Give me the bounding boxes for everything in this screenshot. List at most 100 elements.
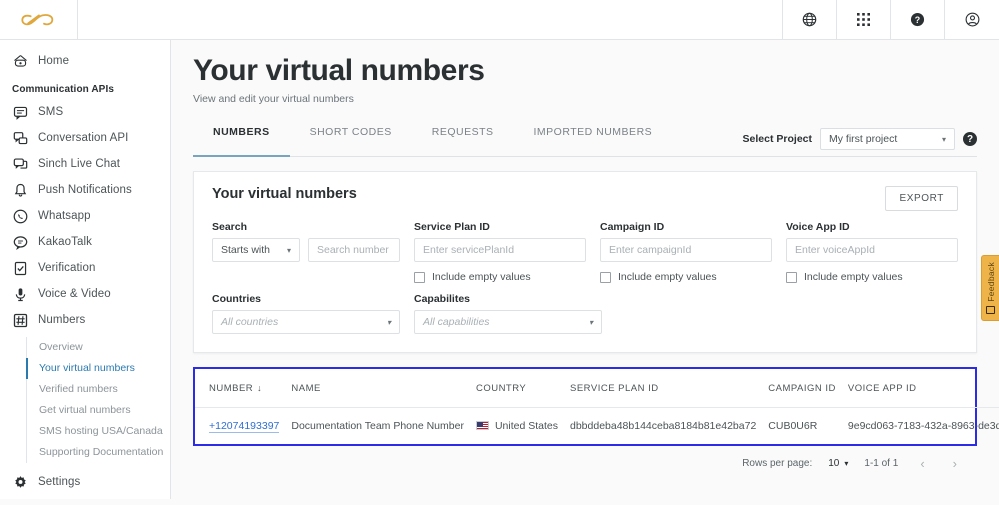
rows-per-page-label: Rows per page: [742,458,813,469]
tab-short-codes[interactable]: SHORT CODES [290,126,412,156]
sidebar-item-sms[interactable]: SMS [0,99,170,125]
sort-desc-icon: ↓ [257,383,263,393]
table-row[interactable]: +12074193397 Documentation Team Phone Nu… [195,408,999,445]
sidebar-subnav-numbers: Overview Your virtual numbers Verified n… [26,337,170,463]
cell-voice-app-id: 9e9cd063-7183-432a-8963-de3dae7c7259 [847,420,999,432]
include-empty-label: Include empty values [804,271,903,283]
countries-label: Countries [212,293,262,305]
table-head: NUMBER ↓ NAME COUNTRY SERVICE PLAN ID CAM… [195,369,999,408]
sidebar-item-verification[interactable]: Verification [0,255,170,281]
sidebar-subitem-sms-hosting[interactable]: SMS hosting USA/Canada [27,421,170,442]
sidebar-subitem-supporting-documentation[interactable]: Supporting Documentation [27,442,170,463]
bell-icon [12,182,28,198]
feedback-tab[interactable]: Feedback [981,255,999,321]
column-header-service-plan-id[interactable]: SERVICE PLAN ID [564,369,763,408]
column-header-voice-app-id[interactable]: VOICE APP ID [841,369,999,408]
numbers-table-container: NUMBER ↓ NAME COUNTRY SERVICE PLAN ID CAM… [193,367,999,446]
bottom-strip [0,499,999,505]
us-flag-icon [475,421,489,430]
previous-page-button[interactable]: ‹ [914,456,930,471]
campaign-id-label: Campaign ID [600,221,665,233]
column-header-number-label: NUMBER [209,383,254,394]
cell-country: United States [470,408,564,445]
chevron-down-icon: ▾ [286,245,291,255]
sidebar-item-label: Conversation API [38,132,129,144]
export-button[interactable]: EXPORT [885,186,958,211]
sidebar-item-kakaotalk[interactable]: KakaoTalk [0,229,170,255]
sidebar-item-settings[interactable]: Settings [0,469,170,495]
capabilities-select[interactable]: All capabilities ▾ [414,310,602,334]
column-header-country[interactable]: COUNTRY [469,369,564,408]
sidebar-item-numbers[interactable]: Numbers [0,307,170,333]
sidebar-item-label: Whatsapp [38,210,91,222]
campaign-id-input[interactable]: Enter campaignId [600,238,772,262]
search-input[interactable]: Search number [308,238,400,262]
pagination-range: 1-1 of 1 [864,458,899,469]
help-icon[interactable]: ? [963,132,977,146]
column-header-campaign-id[interactable]: CAMPAIGN ID [762,369,842,408]
cell-number[interactable]: +12074193397 [195,408,285,445]
account-icon-glyph [965,12,979,27]
voice-app-id-input[interactable]: Enter voiceAppId [786,238,958,262]
include-empty-checkbox[interactable] [600,271,611,283]
whatsapp-icon [12,208,28,224]
capabilities-label: Capabilites [414,293,471,305]
sidebar-subitem-overview[interactable]: Overview [27,337,170,358]
column-header-number[interactable]: NUMBER ↓ [195,369,286,408]
service-plan-include-empty-row[interactable]: Include empty values [414,271,586,283]
page-title: Your virtual numbers [193,54,485,87]
country-label: United States [494,420,558,432]
sidebar-item-home[interactable]: Home [0,48,170,74]
chevron-down-icon: ▾ [386,317,391,327]
filter-voice-app-id: Voice App ID Enter voiceAppId Include em… [786,221,958,283]
account-icon[interactable] [945,0,999,39]
filters-panel: Search Starts with ▾ Search number Servi… [194,211,976,352]
campaign-include-empty-row[interactable]: Include empty values [600,271,772,283]
sidebar-item-voice-and-video[interactable]: Voice & Video [0,281,170,307]
tab-imported-numbers[interactable]: IMPORTED NUMBERS [514,126,673,156]
sidebar-item-sinch-live-chat[interactable]: Sinch Live Chat [0,151,170,177]
virtual-numbers-card: Your virtual numbers EXPORT Search Start… [193,171,977,353]
column-header-name[interactable]: NAME [285,369,470,408]
sidebar-item-label: SMS [38,106,64,118]
sidebar-item-whatsapp[interactable]: Whatsapp [0,203,170,229]
project-select[interactable]: My first project ▾ [820,128,955,150]
chevron-down-icon: ▾ [941,134,946,144]
main-content: Your virtual numbers View and edit your … [171,40,999,505]
filters-row-2: Countries All countries ▾ Capabilites Al… [212,293,958,334]
sidebar-item-push-notifications[interactable]: Push Notifications [0,177,170,203]
globe-icon-glyph [802,12,817,27]
sinch-logo[interactable] [0,0,78,39]
countries-select[interactable]: All countries ▾ [212,310,400,334]
rows-per-page-select[interactable]: 10 ▾ [828,458,848,469]
sidebar-subitem-get-virtual-numbers[interactable]: Get virtual numbers [27,400,170,421]
sidebar-item-label: Home [38,55,70,67]
number-link[interactable]: +12074193397 [209,420,280,433]
cell-campaign-id: CUB0U6R [768,420,818,432]
filter-service-plan-id: Service Plan ID Enter servicePlanId Incl… [414,221,586,283]
voice-app-include-empty-row[interactable]: Include empty values [786,271,958,283]
svg-text:?: ? [915,15,920,25]
sinch-logo-mark [20,13,53,25]
sidebar-subitem-your-virtual-numbers[interactable]: Your virtual numbers [26,358,170,379]
pagination: Rows per page: 10 ▾ 1-1 of 1 ‹ › [193,446,977,481]
apps-grid-icon[interactable] [837,0,891,39]
sidebar-section-communication-apis: Communication APIs [12,84,114,95]
sidebar-item-label: Settings [38,476,81,488]
tab-requests[interactable]: REQUESTS [412,126,514,156]
globe-icon[interactable] [783,0,837,39]
include-empty-checkbox[interactable] [414,271,425,283]
search-mode-select[interactable]: Starts with ▾ [212,238,300,262]
sidebar-subitem-verified-numbers[interactable]: Verified numbers [27,379,170,400]
tab-numbers[interactable]: NUMBERS [193,126,290,157]
table-body: +12074193397 Documentation Team Phone Nu… [195,408,999,445]
include-empty-checkbox[interactable] [786,271,797,283]
next-page-button[interactable]: › [947,456,963,471]
sidebar-item-conversation-api[interactable]: Conversation API [0,125,170,151]
help-icon[interactable]: ? [891,0,945,39]
project-selector-area: Select Project My first project ▾ ? [743,128,977,156]
filter-capabilities: Capabilites All capabilities ▾ [414,293,602,334]
service-plan-id-input[interactable]: Enter servicePlanId [414,238,586,262]
capabilities-select-value: All capabilities [423,316,490,328]
sidebar: Home Communication APIs SMS Conversation… [0,40,171,505]
